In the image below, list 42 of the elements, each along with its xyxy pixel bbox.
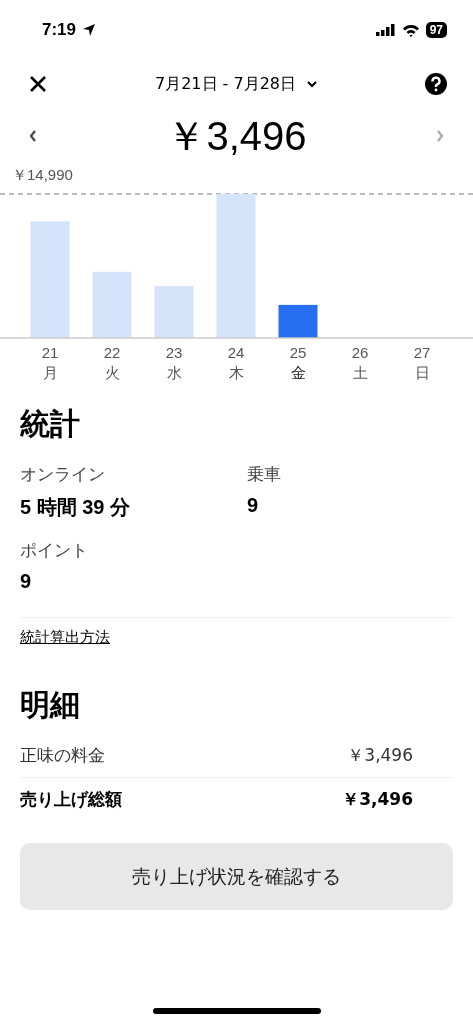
day-label: 26 bbox=[351, 344, 369, 361]
stat-value: 9 bbox=[20, 570, 33, 593]
breakdown-label: 正味の料金 bbox=[20, 744, 105, 767]
battery-level: 97 bbox=[425, 22, 447, 38]
weekday-label[interactable]: 金 bbox=[290, 364, 306, 382]
stat-label: オンライン bbox=[20, 463, 106, 486]
stat-value: 5 時間 39 分 bbox=[20, 495, 132, 520]
day-label: 22 bbox=[103, 344, 121, 361]
next-button[interactable] bbox=[435, 129, 445, 143]
breakdown-label: 売り上げ総額 bbox=[20, 788, 122, 811]
breakdown-heading: 明細 bbox=[20, 686, 81, 724]
breakdown-value: ￥3,496 bbox=[342, 788, 413, 811]
help-button[interactable] bbox=[425, 73, 447, 95]
day-label: 25 bbox=[289, 344, 307, 361]
signal-icon bbox=[375, 24, 396, 36]
stats-heading: 統計 bbox=[20, 405, 81, 443]
earnings-status-button[interactable]: 売り上げ状況を確認する bbox=[20, 843, 453, 910]
earnings-bar[interactable] bbox=[278, 304, 318, 338]
location-arrow-icon bbox=[82, 23, 97, 37]
breakdown-value: ￥3,496 bbox=[347, 744, 413, 767]
status-time: 7:19 bbox=[42, 20, 77, 40]
day-label: 27 bbox=[413, 344, 431, 361]
stat-value: 9 bbox=[247, 494, 260, 517]
stat-label: ポイント bbox=[20, 539, 89, 562]
chevron-down-icon bbox=[306, 80, 318, 88]
weekday-label[interactable]: 月 bbox=[42, 364, 58, 382]
total-amount: ￥3,496 bbox=[166, 112, 307, 160]
weekday-label[interactable]: 土 bbox=[352, 364, 368, 382]
day-label: 21 bbox=[41, 344, 59, 361]
date-range-dropdown[interactable]: 7月21日 - 7月28日 bbox=[155, 73, 318, 95]
day-label: 24 bbox=[227, 344, 245, 361]
wifi-icon bbox=[401, 23, 420, 37]
weekday-label[interactable]: 木 bbox=[228, 364, 244, 382]
reference-value: ￥14,990 bbox=[12, 166, 73, 185]
weekday-label[interactable]: 日 bbox=[414, 364, 430, 382]
previous-button[interactable] bbox=[28, 129, 38, 143]
weekday-label[interactable]: 火 bbox=[104, 364, 120, 382]
stats-method-link[interactable]: 統計算出方法 bbox=[20, 628, 110, 647]
close-button[interactable] bbox=[28, 74, 48, 94]
day-label: 23 bbox=[165, 344, 183, 361]
stat-label: 乗車 bbox=[247, 463, 282, 486]
weekday-label[interactable]: 水 bbox=[166, 364, 182, 382]
